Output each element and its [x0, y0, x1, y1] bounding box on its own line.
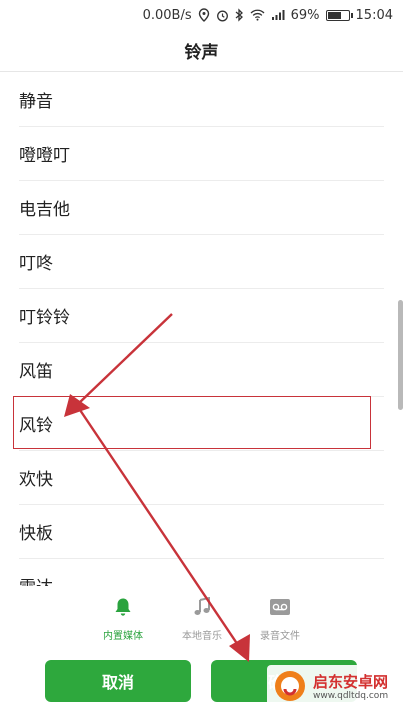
- ringtone-item[interactable]: 欢快: [19, 451, 384, 505]
- ringtone-label: 叮铃铃: [19, 308, 70, 328]
- network-speed: 0.00B/s: [142, 7, 192, 23]
- cancel-button[interactable]: 取消: [45, 660, 191, 702]
- ringtone-list[interactable]: 静音 噔噔叮 电吉他 叮咚 叮铃铃 风笛 风铃 欢快 快板 雷达: [0, 73, 403, 586]
- battery-icon: [325, 9, 353, 21]
- wifi-icon: [250, 9, 265, 21]
- ringtone-item[interactable]: 叮铃铃: [19, 289, 384, 343]
- watermark-title: 启东安卓网: [313, 673, 389, 692]
- status-bar: 0.00B/s 69% 15:04: [0, 0, 403, 30]
- watermark-url: www.qdltdq.com: [313, 691, 389, 702]
- tab-label: 内置媒体: [103, 630, 143, 642]
- page-title-bar: 铃声: [0, 30, 403, 72]
- ringtone-label: 风笛: [19, 362, 53, 382]
- battery-level-fill: [327, 11, 342, 19]
- ringtone-item[interactable]: 电吉他: [19, 181, 384, 235]
- ringtone-label: 雷达: [19, 573, 53, 586]
- ringtone-label: 电吉他: [19, 200, 70, 220]
- annotation-highlight-box: [13, 396, 371, 449]
- battery-percent: 69%: [290, 7, 320, 23]
- ringtone-item[interactable]: 风笛: [19, 343, 384, 397]
- watermark-text: 启东安卓网 www.qdltdq.com: [313, 673, 389, 702]
- page-title: 铃声: [184, 43, 219, 63]
- ringtone-label: 叮咚: [19, 254, 53, 274]
- source-tabs: 内置媒体 本地音乐 录音文件: [0, 588, 403, 650]
- tab-label: 本地音乐: [182, 630, 222, 642]
- watermark-logo-icon: [273, 669, 307, 707]
- location-icon: [198, 8, 210, 22]
- list-scrollbar[interactable]: [398, 300, 403, 410]
- ringtone-item[interactable]: 雷达: [19, 559, 384, 586]
- ringtone-item[interactable]: 噔噔叮: [19, 127, 384, 181]
- music-note-icon: [193, 596, 211, 621]
- tab-label: 录音文件: [260, 630, 300, 642]
- alarm-icon: [216, 9, 229, 22]
- cancel-button-label: 取消: [101, 673, 134, 692]
- ringtone-item[interactable]: 叮咚: [19, 235, 384, 289]
- site-watermark: 启东安卓网 www.qdltdq.com: [267, 665, 399, 711]
- ringtone-label: 噔噔叮: [19, 146, 70, 166]
- ringtone-label: 快板: [19, 524, 53, 544]
- ringtone-label: 静音: [19, 92, 53, 112]
- ringtone-label: 欢快: [19, 470, 53, 490]
- signal-icon: [271, 9, 285, 21]
- clock: 15:04: [355, 7, 393, 23]
- bell-icon: [114, 597, 132, 621]
- tab-recordings[interactable]: 录音文件: [230, 588, 330, 650]
- ringtone-item[interactable]: 快板: [19, 505, 384, 559]
- ringtone-item[interactable]: 静音: [19, 73, 384, 127]
- voicemail-icon: [269, 597, 291, 621]
- bluetooth-icon: [235, 8, 244, 22]
